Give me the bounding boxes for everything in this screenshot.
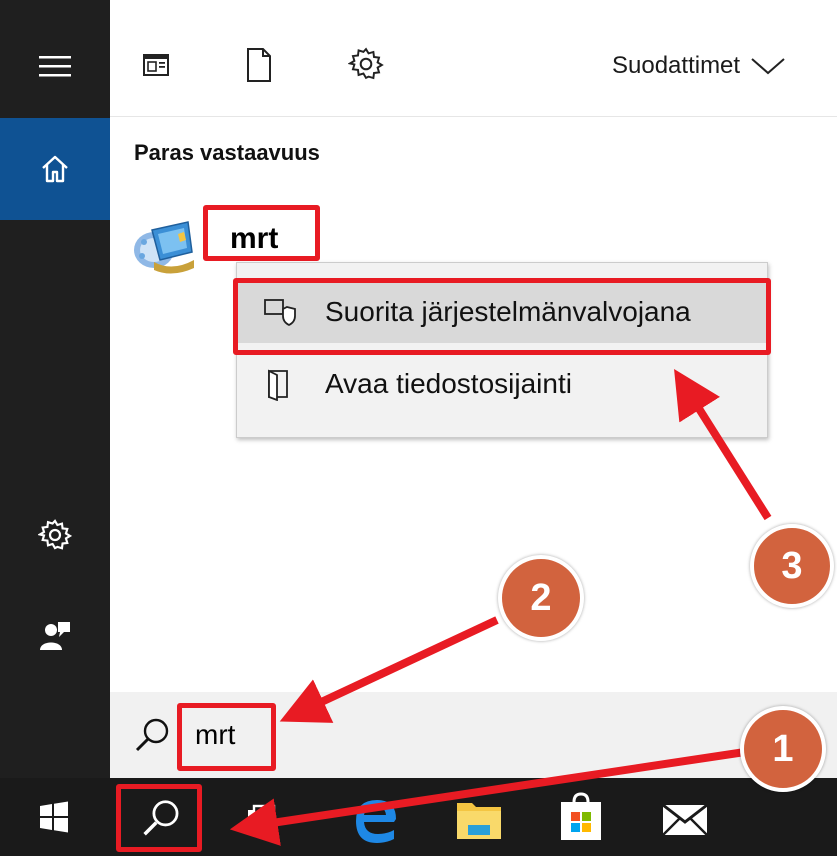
apps-filter-button[interactable] (138, 48, 178, 84)
user-feedback-button[interactable] (0, 600, 110, 670)
best-match-heading: Paras vastaavuus (134, 140, 320, 165)
filters-dropdown[interactable]: Suodattimet (612, 48, 822, 84)
mail-icon (662, 803, 708, 836)
apps-icon (143, 54, 169, 76)
task-view-button[interactable] (244, 800, 284, 840)
hamburger-menu-button[interactable] (0, 18, 110, 114)
menu-item-label: Avaa tiedostosijainti (325, 368, 572, 399)
annotation-box-taskbar-search (116, 784, 202, 852)
malicious-software-removal-tool-icon (134, 221, 194, 274)
filters-label: Suodattimet (612, 52, 741, 79)
task-view-icon (248, 804, 276, 834)
settings-icon (38, 519, 72, 550)
home-button[interactable] (0, 118, 110, 220)
edge-icon (356, 800, 396, 843)
file-explorer-icon (457, 803, 501, 839)
chevron-down-icon (751, 58, 785, 75)
menu-item-open-file-location[interactable]: Avaa tiedostosijainti (237, 353, 767, 415)
store-button[interactable] (557, 790, 605, 844)
file-explorer-button[interactable] (454, 795, 504, 843)
open-file-location-icon (268, 369, 288, 401)
documents-filter-button[interactable] (243, 46, 277, 86)
header-divider (110, 116, 837, 117)
home-icon (42, 155, 68, 183)
annotation-box-search-input (177, 703, 276, 771)
edge-button[interactable] (350, 792, 400, 844)
step-badge-1: 1 (740, 706, 826, 792)
step-badge-3: 3 (750, 524, 834, 608)
hamburger-menu-icon (39, 56, 71, 77)
settings-icon (347, 47, 384, 80)
document-icon (247, 48, 271, 82)
step-badge-2: 2 (498, 555, 584, 641)
store-icon (561, 792, 601, 840)
windows-start-icon (40, 801, 68, 833)
settings-filter-button[interactable] (347, 46, 386, 84)
user-feedback-icon (40, 622, 70, 650)
mail-button[interactable] (660, 800, 710, 840)
start-button[interactable] (34, 797, 76, 839)
search-icon (135, 718, 169, 752)
annotation-box-result (203, 205, 320, 261)
settings-button[interactable] (0, 500, 110, 570)
annotation-box-run-as-admin (233, 278, 771, 355)
